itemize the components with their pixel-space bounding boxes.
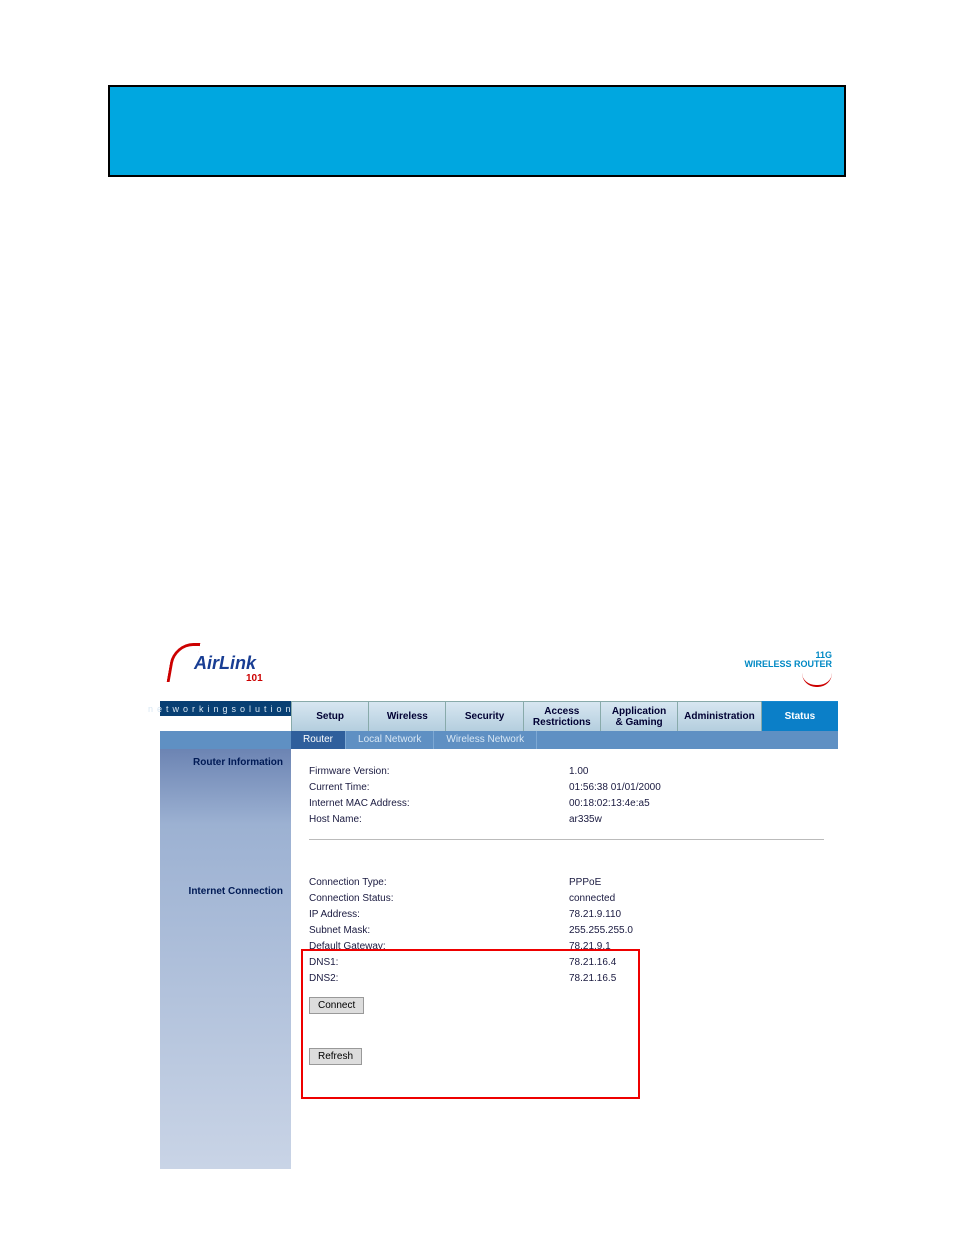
- time-label: Current Time:: [309, 782, 569, 793]
- tab-setup[interactable]: Setup: [291, 701, 368, 731]
- ip-value: 78.21.9.110: [569, 909, 709, 920]
- conn-type-label: Connection Type:: [309, 877, 569, 888]
- wireless-router-badge: 11GWIRELESS ROUTER: [744, 651, 832, 687]
- host-value: ar335w: [569, 814, 709, 825]
- main-tabs: Setup Wireless Security Access Restricti…: [291, 701, 838, 731]
- tab-application-gaming[interactable]: Application & Gaming: [600, 701, 677, 731]
- mac-label: Internet MAC Address:: [309, 798, 569, 809]
- gw-value: 78.21.9.1: [569, 941, 709, 952]
- top-blue-banner: [108, 85, 846, 177]
- conn-status-value: connected: [569, 893, 709, 904]
- time-value: 01:56:38 01/01/2000: [569, 782, 709, 793]
- brand-logo: AirLink 101: [166, 637, 306, 697]
- mask-value: 255.255.255.0: [569, 925, 709, 936]
- firmware-label: Firmware Version:: [309, 766, 569, 777]
- tab-security[interactable]: Security: [445, 701, 522, 731]
- side-column: Router Information Internet Connection: [160, 749, 291, 1169]
- conn-status-label: Connection Status:: [309, 893, 569, 904]
- mask-label: Subnet Mask:: [309, 925, 569, 936]
- section-title-internet-connection: Internet Connection: [160, 880, 291, 897]
- section-title-router-info: Router Information: [160, 751, 291, 768]
- tab-wireless[interactable]: Wireless: [368, 701, 445, 731]
- connect-button[interactable]: Connect: [309, 997, 364, 1014]
- dns2-label: DNS2:: [309, 973, 569, 984]
- divider: [309, 839, 824, 840]
- dns1-value: 78.21.16.4: [569, 957, 709, 968]
- tab-status[interactable]: Status: [761, 701, 838, 731]
- host-label: Host Name:: [309, 814, 569, 825]
- subtab-local-network[interactable]: Local Network: [346, 731, 434, 749]
- sub-tabs: Router Local Network Wireless Network: [291, 731, 838, 749]
- main-panel: Firmware Version:1.00 Current Time:01:56…: [291, 749, 838, 1169]
- subtab-router[interactable]: Router: [291, 731, 346, 749]
- conn-type-value: PPPoE: [569, 877, 709, 888]
- router-admin-screenshot: AirLink 101 11GWIRELESS ROUTER networkin…: [160, 637, 838, 1169]
- dns2-value: 78.21.16.5: [569, 973, 709, 984]
- header-bar: 11GWIRELESS ROUTER: [291, 637, 838, 701]
- dns1-label: DNS1:: [309, 957, 569, 968]
- tab-access-restrictions[interactable]: Access Restrictions: [523, 701, 600, 731]
- subtab-wireless-network[interactable]: Wireless Network: [434, 731, 537, 749]
- brand-tagline: networkingsolutions: [160, 701, 291, 716]
- firmware-value: 1.00: [569, 766, 709, 777]
- gw-label: Default Gateway:: [309, 941, 569, 952]
- ip-label: IP Address:: [309, 909, 569, 920]
- refresh-button[interactable]: Refresh: [309, 1048, 362, 1065]
- mac-value: 00:18:02:13:4e:a5: [569, 798, 709, 809]
- badge-arc-icon: [802, 671, 832, 687]
- tab-administration[interactable]: Administration: [677, 701, 761, 731]
